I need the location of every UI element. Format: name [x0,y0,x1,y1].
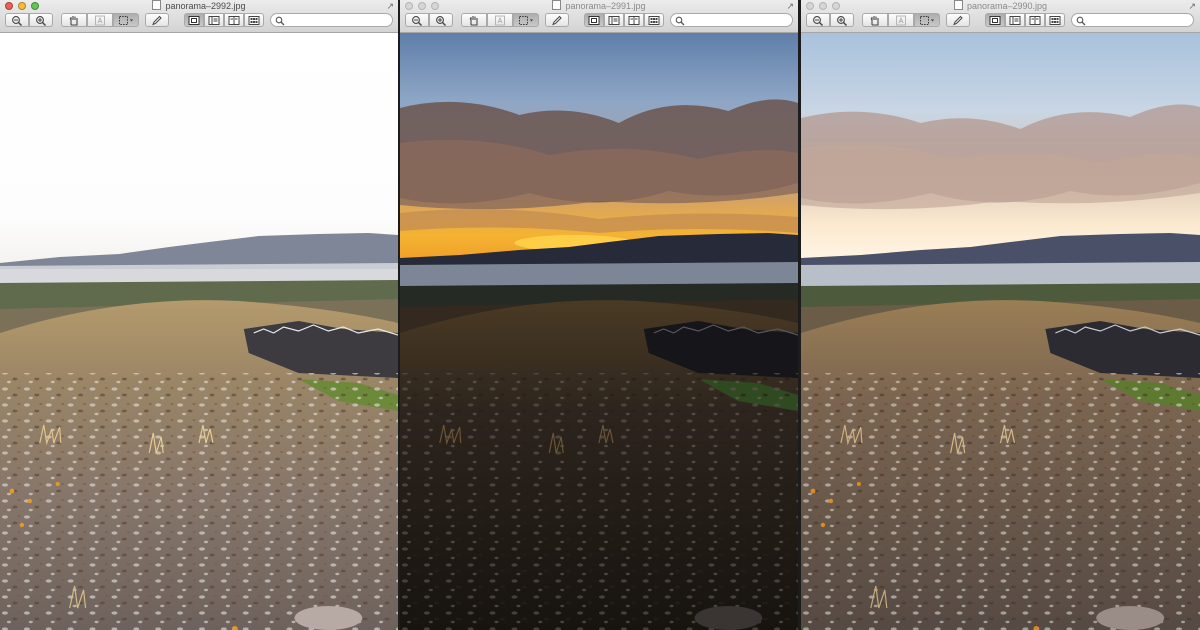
contact-sheet-icon [1049,16,1061,25]
single-page-icon [989,16,1001,25]
preview-window-1: panorama–2992.jpg ↗ [0,0,398,630]
pencil-icon [953,15,963,26]
view-contact-sheet-button[interactable] [244,13,264,27]
zoom-out-button[interactable] [5,13,29,27]
search-field[interactable] [670,13,793,27]
fullscreen-icon[interactable]: ↗ [786,1,794,11]
hand-icon [870,16,879,26]
book-view-icon [1029,16,1041,25]
pencil-icon [552,15,562,26]
view-book-button[interactable] [224,13,244,27]
book-view-icon [628,16,640,25]
window-toolbar: panorama–2992.jpg ↗ [0,0,398,33]
text-select-icon [896,15,906,26]
window-title-text: panorama–2991.jpg [565,1,646,11]
zoom-out-button[interactable] [405,13,429,27]
window-toolbar: panorama–2990.jpg ↗ [801,0,1200,33]
zoom-out-icon [412,16,422,26]
select-tool-button[interactable] [914,13,940,27]
view-book-button[interactable] [624,13,644,27]
two-page-icon [1009,16,1021,25]
preview-window-2: panorama–2991.jpg ↗ [400,0,798,630]
move-tool-button[interactable] [61,13,87,27]
text-tool-button[interactable] [487,13,513,27]
select-tool-button[interactable] [113,13,139,27]
view-single-button[interactable] [184,13,204,27]
single-page-icon [188,16,200,25]
hand-icon [69,16,78,26]
photo-canvas [801,33,1200,630]
rect-select-icon [519,16,533,25]
window-title-text: panorama–2990.jpg [966,1,1048,11]
search-field[interactable] [1071,13,1194,27]
markup-button[interactable] [145,13,169,27]
text-tool-button[interactable] [888,13,914,27]
pencil-icon [152,15,162,26]
landscape-photo [400,33,798,630]
zoom-in-icon [837,16,847,26]
text-tool-button[interactable] [87,13,113,27]
markup-button[interactable] [946,13,970,27]
zoom-out-icon [12,16,22,26]
markup-button[interactable] [545,13,569,27]
two-page-icon [208,16,220,25]
zoom-out-icon [813,16,823,26]
rect-select-icon [920,16,934,25]
hand-icon [469,16,478,26]
two-page-icon [608,16,620,25]
zoom-in-button[interactable] [429,13,453,27]
view-book-button[interactable] [1025,13,1045,27]
window-title: panorama–2992.jpg [0,0,398,12]
magnifier-icon [675,16,685,26]
book-view-icon [228,16,240,25]
window-title-text: panorama–2992.jpg [165,1,246,11]
view-contact-sheet-button[interactable] [1045,13,1065,27]
text-select-icon [95,15,105,26]
view-sidebar-button[interactable] [1005,13,1025,27]
zoom-out-button[interactable] [806,13,830,27]
single-page-icon [588,16,600,25]
landscape-photo [801,33,1200,630]
zoom-in-icon [36,16,46,26]
document-icon [152,0,162,10]
move-tool-button[interactable] [862,13,888,27]
view-sidebar-button[interactable] [604,13,624,27]
zoom-in-icon [436,16,446,26]
photo-canvas [0,33,398,630]
fullscreen-icon[interactable]: ↗ [1188,1,1196,11]
zoom-in-button[interactable] [29,13,53,27]
view-sidebar-button[interactable] [204,13,224,27]
move-tool-button[interactable] [461,13,487,27]
window-toolbar: panorama–2991.jpg ↗ [400,0,798,33]
fullscreen-icon[interactable]: ↗ [386,1,394,11]
window-title: panorama–2990.jpg [801,0,1200,12]
preview-window-3: panorama–2990.jpg ↗ [801,0,1200,630]
contact-sheet-icon [248,16,260,25]
landscape-photo [0,33,398,630]
view-single-button[interactable] [584,13,604,27]
contact-sheet-icon [648,16,660,25]
select-tool-button[interactable] [513,13,539,27]
window-title: panorama–2991.jpg [400,0,798,12]
search-field[interactable] [270,13,393,27]
view-single-button[interactable] [985,13,1005,27]
rect-select-icon [119,16,133,25]
desktop: panorama–2992.jpg ↗ panorama–2991.jpg ↗ … [0,0,1200,630]
photo-canvas [400,33,798,630]
view-contact-sheet-button[interactable] [644,13,664,27]
document-icon [953,0,963,10]
magnifier-icon [275,16,285,26]
zoom-in-button[interactable] [830,13,854,27]
text-select-icon [495,15,505,26]
magnifier-icon [1076,16,1086,26]
document-icon [552,0,562,10]
